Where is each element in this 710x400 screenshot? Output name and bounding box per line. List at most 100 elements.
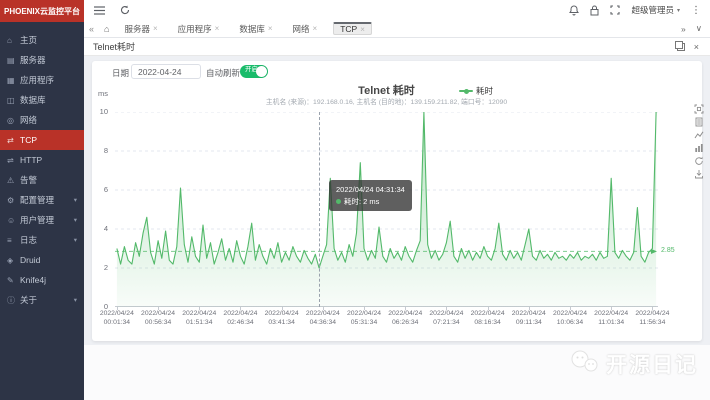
x-axis-tick: 2022/04/2411:56:34 [624,310,680,328]
tab-close-icon[interactable]: × [153,24,158,33]
http-icon: ⇌ [7,156,20,165]
y-axis-tick: 8 [82,146,108,155]
tab-server[interactable]: 服务器× [120,22,161,36]
more-vertical-icon[interactable]: ⋮ [691,5,701,16]
x-tick-mark [405,307,406,310]
legend-item[interactable]: 耗时 [459,85,493,97]
chevron-down-icon: ▾ [677,7,680,14]
tooltip-value: 耗时: 2 ms [344,197,379,206]
watermark-text: 开源日记 [606,349,698,379]
topbar-right: 超级管理员 ▾ ⋮ [569,4,710,16]
sidebar-item-database[interactable]: ◫数据库 [0,90,84,110]
toggle-knob [256,66,267,77]
user-icon: ☺ [7,216,20,225]
sidebar-item-user-management[interactable]: ☺用户管理▾ [0,210,84,230]
bar-chart-icon[interactable] [693,142,704,153]
tabs-scroll-left-icon[interactable]: « [84,24,99,34]
menu-collapse-icon[interactable] [94,6,105,15]
topbar: 超级管理员 ▾ ⋮ [84,0,710,20]
y-axis-tick: 6 [82,185,108,194]
sidebar-item-logs[interactable]: ≡日志▾ [0,230,84,250]
tab-close-icon[interactable]: × [268,24,273,33]
tab-home[interactable]: ⌂ [99,24,114,34]
chevron-down-icon: ▾ [74,196,77,204]
x-tick-mark [488,307,489,310]
sidebar-item-http[interactable]: ⇌HTTP [0,150,84,170]
tab-label: 应用程序 [178,23,212,35]
alarm-icon: ⚠ [7,176,20,185]
refresh-icon[interactable] [120,5,130,15]
y-axis-tick: 2 [82,263,108,272]
x-tick-mark [158,307,159,310]
x-tick-mark [446,307,447,310]
sidebar-item-label: 关于 [20,294,37,306]
legend-line-icon [459,90,473,92]
panel-header-actions: × [677,42,701,52]
tabs-collapse-icon[interactable]: ∨ [696,23,702,34]
tabbar: « ⌂ 服务器×应用程序×数据库×网络×TCP× » ∨ [84,20,710,38]
x-tick-mark [652,307,653,310]
legend-label: 耗时 [476,85,493,97]
druid-icon: ◈ [7,256,20,265]
tab-label: 服务器 [124,23,150,35]
tabs-scroll-right-icon[interactable]: » [681,24,686,34]
sidebar-item-home[interactable]: ⌂主页 [0,30,84,50]
server-icon: ▤ [7,56,20,65]
tab-network[interactable]: 网络× [289,22,322,36]
gear-icon: ⚙ [7,196,20,205]
sidebar-item-network[interactable]: ◎网络 [0,110,84,130]
close-icon[interactable]: × [694,42,699,52]
line-chart-icon[interactable] [693,129,704,140]
restore-window-icon[interactable] [677,43,685,51]
tcp-icon: ⇄ [7,136,20,145]
tab-close-icon[interactable]: × [313,24,318,33]
sidebar-item-label: 服务器 [20,54,46,66]
axis-pointer-line [319,112,320,307]
tab-application[interactable]: 应用程序× [174,22,224,36]
date-label: 日期 [112,67,129,79]
sidebar-item-label: 主页 [20,34,37,46]
network-icon: ◎ [7,116,20,125]
tab-tcp[interactable]: TCP× [333,22,372,35]
chevron-down-icon: ▾ [74,216,77,224]
fullscreen-icon[interactable] [610,5,620,15]
tabs-list: 服务器×应用程序×数据库×网络×TCP× [114,22,377,36]
x-tick-mark [199,307,200,310]
sidebar-item-about[interactable]: ⓘ关于▾ [0,290,84,310]
date-input[interactable] [131,64,201,79]
sidebar-item-label: 日志 [20,234,37,246]
tabbar-right: » ∨ [681,23,710,34]
home-icon: ⌂ [7,36,20,45]
auto-refresh-toggle[interactable]: 开启 [240,65,268,78]
sidebar: PHOENIX云监控平台 ⌂主页▤服务器▦应用程序◫数据库◎网络⇄TCP⇌HTT… [0,0,84,400]
data-view-icon[interactable] [693,116,704,127]
x-tick-mark [611,307,612,310]
lock-icon[interactable] [590,5,599,16]
sidebar-item-knife4j[interactable]: ✎Knife4j [0,270,84,290]
x-tick-mark [570,307,571,310]
save-image-icon[interactable] [693,168,704,179]
sidebar-item-label: 网络 [20,114,37,126]
y-axis-tick: 10 [82,107,108,116]
tab-close-icon[interactable]: × [360,25,365,34]
sidebar-item-application[interactable]: ▦应用程序 [0,70,84,90]
sidebar-item-label: 配置管理 [20,194,54,206]
tab-database[interactable]: 数据库× [235,22,276,36]
bell-icon[interactable] [569,5,579,16]
x-tick-mark [364,307,365,310]
sidebar-item-server[interactable]: ▤服务器 [0,50,84,70]
tab-close-icon[interactable]: × [215,24,220,33]
restore-icon[interactable] [693,155,704,166]
sidebar-item-label: Druid [20,255,40,265]
sidebar-item-config-management[interactable]: ⚙配置管理 ▾ [0,190,84,210]
sidebar-item-druid[interactable]: ◈Druid [0,250,84,270]
sidebar-item-label: 应用程序 [20,74,54,86]
box-select-icon[interactable] [693,103,704,114]
sidebar-item-alarm[interactable]: ⚠告警 [0,170,84,190]
panel-title: Telnet耗时 [93,40,135,53]
sidebar-item-label: 告警 [20,174,37,186]
chart-subtitle: 主机名 (来源)：192.168.0.16, 主机名 (目的地)：139.159… [115,96,658,106]
sidebar-item-tcp[interactable]: ⇄TCP [0,130,84,150]
user-menu[interactable]: 超级管理员 ▾ [631,4,680,16]
sidebar-item-label: 数据库 [20,94,46,106]
